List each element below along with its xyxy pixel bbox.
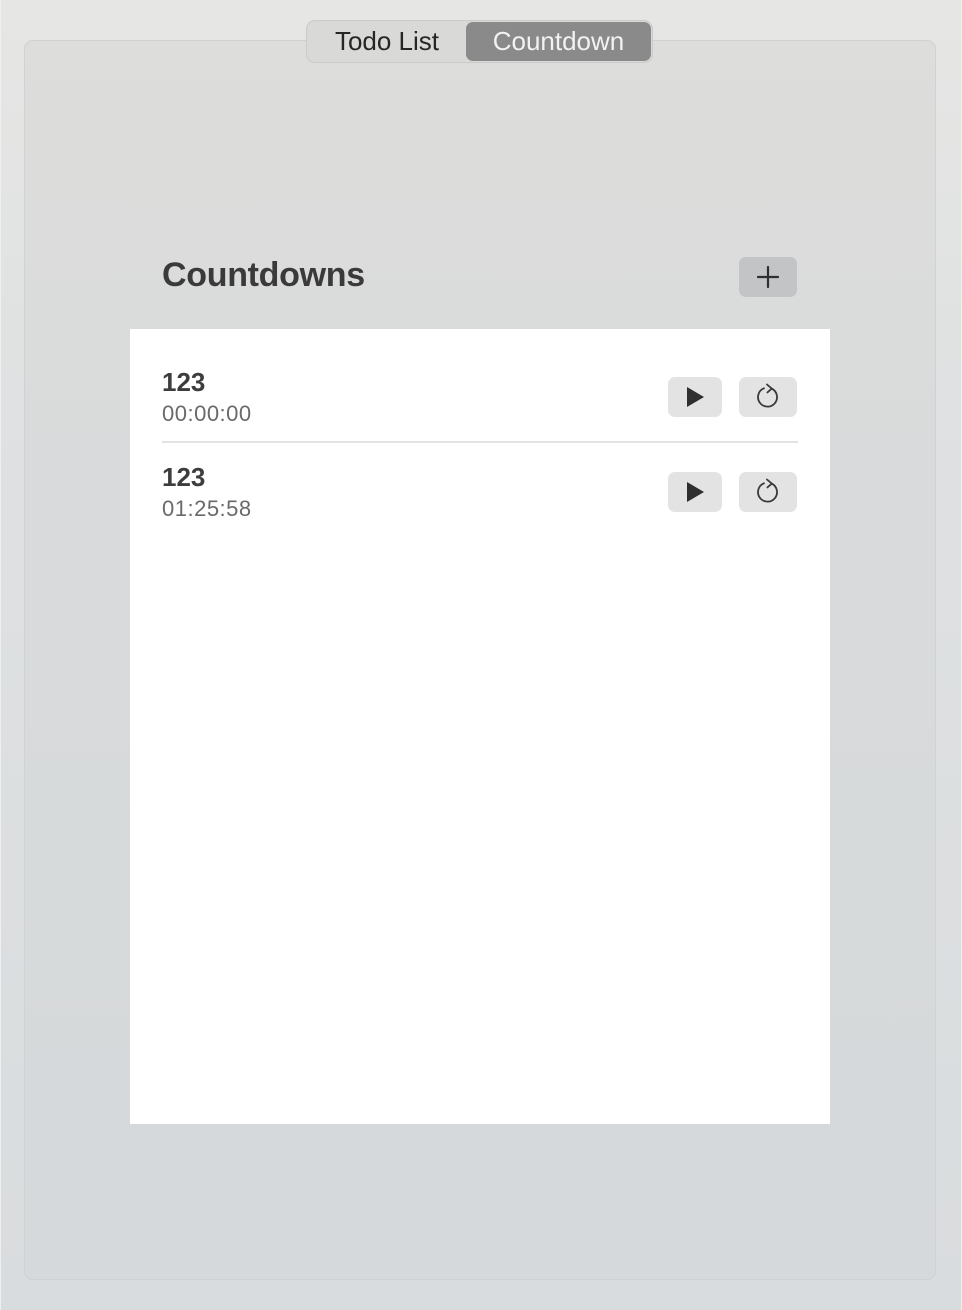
tab-switcher: Todo List Countdown [306,20,653,63]
tab-todo-list[interactable]: Todo List [308,22,466,61]
list-item: 123 00:00:00 [162,365,798,460]
play-icon [687,482,704,502]
play-button[interactable] [668,472,722,512]
list-item: 123 01:25:58 [162,460,798,555]
reset-button[interactable] [739,377,797,417]
play-icon [687,387,704,407]
countdown-time: 00:00:00 [162,401,252,426]
countdown-name: 123 [162,367,206,397]
reset-button[interactable] [739,472,797,512]
add-countdown-button[interactable] [739,257,797,297]
reset-icon [757,383,778,408]
countdown-time: 01:25:58 [162,496,252,521]
row-divider [162,441,798,443]
countdown-name: 123 [162,462,206,492]
play-button[interactable] [668,377,722,417]
tab-countdown[interactable]: Countdown [466,22,651,61]
reset-icon [757,478,778,503]
countdown-list: 123 00:00:00 123 01:25:58 [130,329,830,1124]
plus-icon [756,265,780,289]
page-title: Countdowns [162,256,365,294]
